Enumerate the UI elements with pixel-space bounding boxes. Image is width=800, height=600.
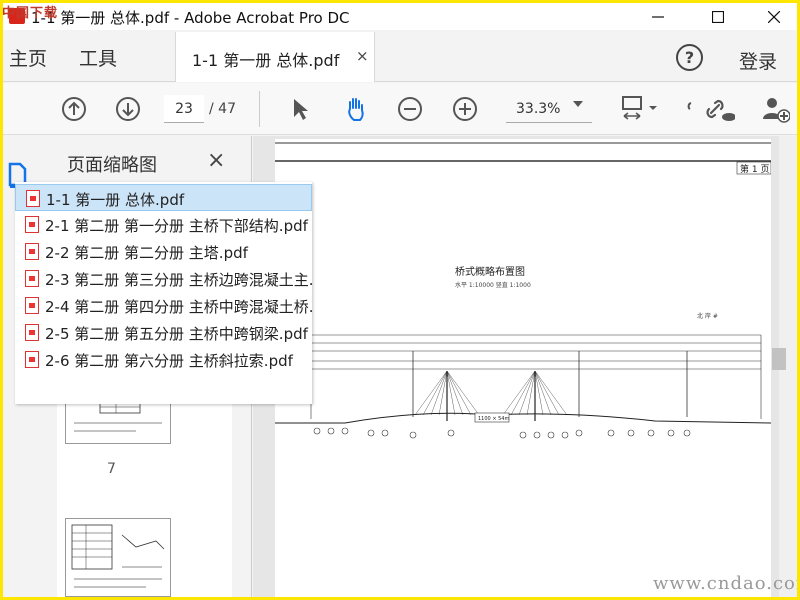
close-icon xyxy=(768,10,780,23)
close-window-button[interactable] xyxy=(751,3,797,30)
document-page: 第 1 页 桥式概略布置图 水平 1:10000 竖直 1:1000 北 岸 #… xyxy=(275,139,772,597)
maximize-button[interactable] xyxy=(695,3,741,30)
bridge-drawing: 第 1 页 桥式概略布置图 水平 1:10000 竖直 1:1000 北 岸 #… xyxy=(275,142,772,439)
document-tab-label: 1-1 第一册 总体.pdf xyxy=(192,51,340,70)
span-label: 1100 × 54m xyxy=(478,416,509,422)
home-tab[interactable]: 主页 xyxy=(9,44,47,71)
window-title: 1-1 第一册 总体.pdf - Adobe Acrobat Pro DC xyxy=(31,9,350,27)
page-badge: 第 1 页 xyxy=(740,163,769,175)
minus-circle-icon xyxy=(398,97,422,121)
share-link-button[interactable] xyxy=(705,94,735,124)
north-label: 北 岸 # xyxy=(697,312,718,320)
page-thumbnail[interactable] xyxy=(65,518,171,597)
file-list-item-label: 2-3 第二册 第三分册 主桥边跨混凝土主. xyxy=(45,271,314,289)
panel-title: 页面缩略图 xyxy=(67,155,157,176)
drawing-title: 桥式概略布置图 xyxy=(455,265,525,278)
file-list-item-label: 2-1 第二册 第一分册 主桥下部结构.pdf xyxy=(45,217,308,235)
zoom-out-button[interactable] xyxy=(395,94,425,124)
file-list-item[interactable]: 1-1 第一册 总体.pdf xyxy=(15,184,312,211)
zoom-select[interactable]: 33.3% xyxy=(506,95,592,123)
drawing-subtitle: 水平 1:10000 竖直 1:1000 xyxy=(455,281,531,289)
toolbar-divider xyxy=(259,91,260,127)
file-list-item[interactable]: 2-6 第二册 第六分册 主桥斜拉索.pdf xyxy=(15,346,312,373)
chevron-down-icon[interactable] xyxy=(573,101,583,107)
file-list-item-label: 2-6 第二册 第六分册 主桥斜拉索.pdf xyxy=(45,352,293,370)
file-list-item[interactable]: 2-5 第二册 第五分册 主桥中跨钢梁.pdf xyxy=(15,319,312,346)
close-tab-button[interactable]: × xyxy=(356,47,369,65)
pdf-file-icon xyxy=(25,270,39,287)
link-cloud-icon xyxy=(706,99,735,121)
plus-circle-icon xyxy=(453,97,477,121)
file-list-item[interactable]: 2-3 第二册 第三分册 主桥边跨混凝土主. xyxy=(15,265,314,292)
minimize-button[interactable] xyxy=(635,3,681,30)
file-list-item-label: 2-5 第二册 第五分册 主桥中跨钢梁.pdf xyxy=(45,325,308,343)
maximize-icon xyxy=(712,10,724,23)
close-panel-button[interactable]: × xyxy=(207,148,225,173)
zoom-in-button[interactable] xyxy=(450,94,480,124)
cursor-arrow-icon xyxy=(294,99,308,120)
add-user-icon xyxy=(763,98,790,123)
site-logo: 中国下载 xyxy=(2,6,59,21)
arrow-down-circle-icon xyxy=(116,97,140,121)
next-page-button[interactable] xyxy=(113,94,143,124)
file-list-item[interactable]: 2-2 第二册 第二分册 主塔.pdf xyxy=(15,238,312,265)
toolbar-overflow-mark xyxy=(685,94,695,124)
attachments-dropdown[interactable]: 1-1 第一册 总体.pdf 2-1 第二册 第一分册 主桥下部结构.pdf 2-2… xyxy=(15,182,314,404)
toolbar: 23 / 47 33.3% xyxy=(3,83,797,135)
add-user-button[interactable] xyxy=(760,94,790,124)
previous-page-button[interactable] xyxy=(59,94,89,124)
page-number-input[interactable]: 23 xyxy=(164,95,204,123)
pdf-file-icon xyxy=(25,243,39,260)
watermark: www.cndao.com xyxy=(653,573,797,594)
thumbnail-preview xyxy=(71,524,165,588)
pdf-file-icon xyxy=(25,216,39,233)
arrow-up-circle-icon xyxy=(62,97,86,121)
thumbnail-page-number: 7 xyxy=(107,461,116,477)
pdf-file-icon xyxy=(25,297,39,314)
title-bar: 1-1 第一册 总体.pdf - Adobe Acrobat Pro DC xyxy=(3,3,797,30)
scrollbar-thumb[interactable] xyxy=(772,348,786,370)
quote-mark-icon xyxy=(687,102,692,110)
page-display-button[interactable] xyxy=(619,94,659,124)
document-tab[interactable]: 1-1 第一册 总体.pdf × xyxy=(175,32,375,82)
menu-bar: 主页 工具 1-1 第一册 总体.pdf × ? 登录 xyxy=(3,30,797,82)
pdf-file-icon xyxy=(26,190,40,207)
login-button[interactable]: 登录 xyxy=(739,47,777,74)
app-window: 1-1 第一册 总体.pdf - Adobe Acrobat Pro DC 主页… xyxy=(3,3,797,597)
file-list-item[interactable]: 2-1 第二册 第一分册 主桥下部结构.pdf xyxy=(15,211,312,238)
tools-tab[interactable]: 工具 xyxy=(79,44,117,71)
hand-tool-button[interactable] xyxy=(341,94,371,124)
pdf-file-icon xyxy=(25,324,39,341)
file-list-item-label: 1-1 第一册 总体.pdf xyxy=(46,191,185,209)
help-icon[interactable]: ? xyxy=(676,44,703,71)
file-list-item-label: 2-4 第二册 第四分册 主桥中跨混凝土桥. xyxy=(45,298,314,316)
hand-icon xyxy=(348,98,364,121)
file-list-item[interactable]: 2-4 第二册 第四分册 主桥中跨混凝土桥. xyxy=(15,292,314,319)
minimize-icon xyxy=(652,15,664,18)
page-fit-icon xyxy=(622,96,657,120)
page-total: / 47 xyxy=(209,101,236,117)
pdf-file-icon xyxy=(25,351,39,368)
file-list-item-label: 2-2 第二册 第二分册 主塔.pdf xyxy=(45,244,248,262)
select-tool-button[interactable] xyxy=(285,94,315,124)
navigation-rail xyxy=(3,136,13,597)
